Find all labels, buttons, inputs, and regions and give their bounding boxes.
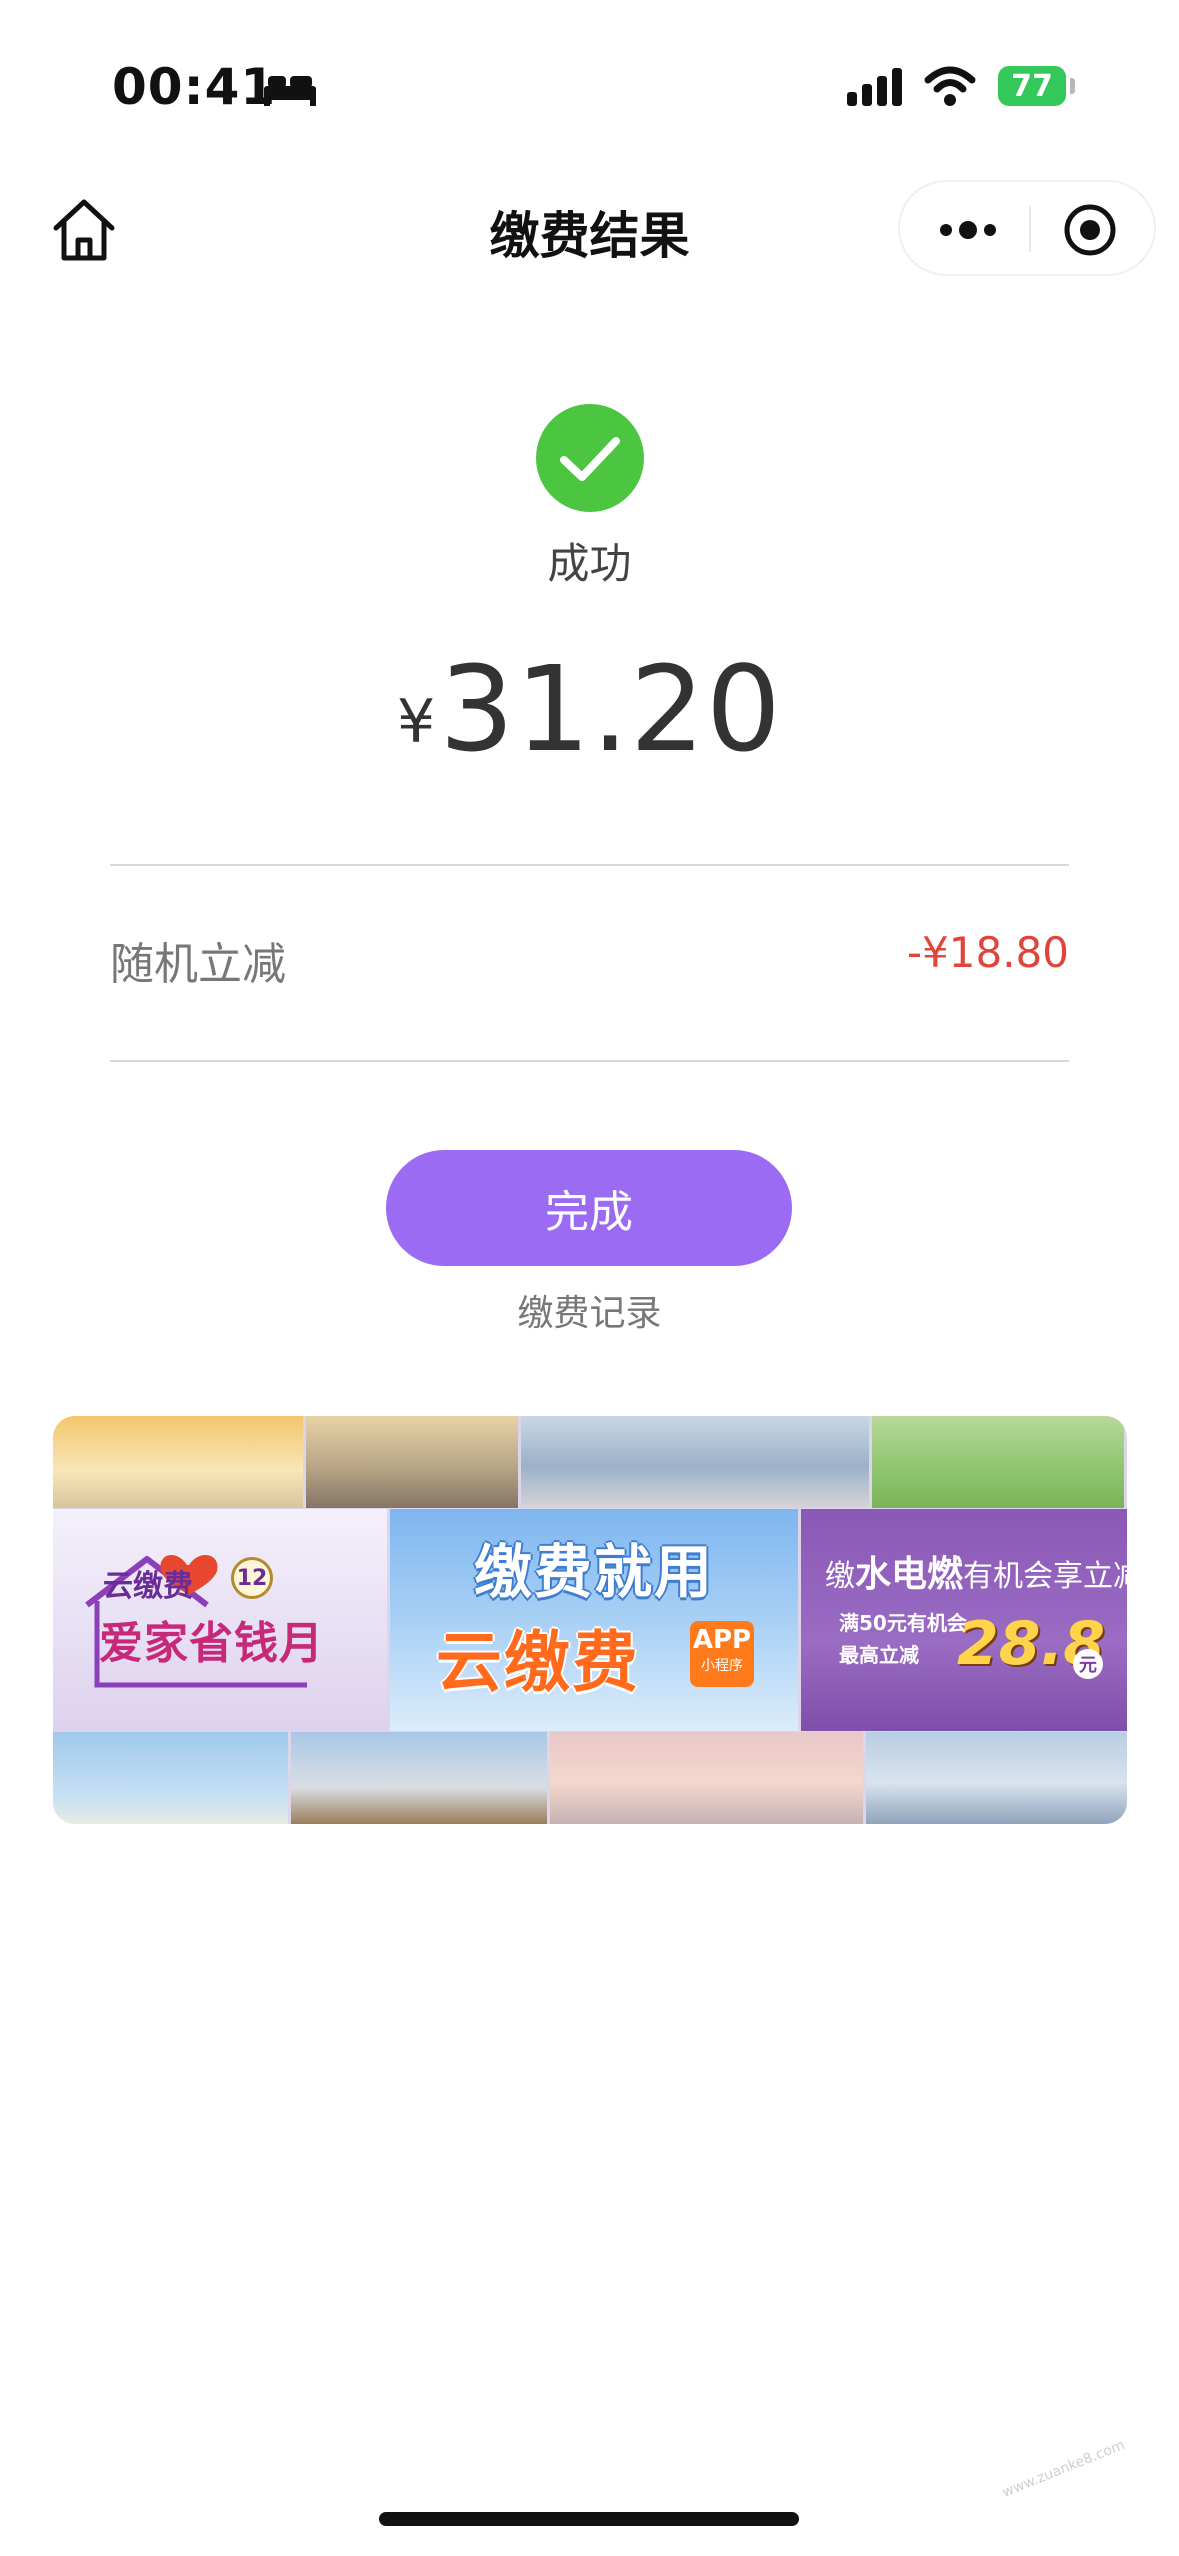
banner-panel-right: 缴水电燃有机会享立减 满50元有机会 最高立减 28.8 元: [801, 1509, 1127, 1731]
battery-icon: 77: [998, 66, 1066, 106]
autumn-photo: [291, 1732, 547, 1824]
check-circle-icon: [536, 404, 644, 512]
lotus-photo: [872, 1416, 1124, 1508]
payment-record-link[interactable]: 缴费记录: [0, 1284, 1179, 1336]
payment-result-page: 00:41 77 缴费结果 成功 ¥31.20 随机立减 -¥18.80 完成 …: [0, 0, 1179, 2556]
sunrise-photo: [53, 1416, 303, 1508]
banner-photo-strip-top: [53, 1416, 1127, 1508]
signal-icon: [847, 68, 902, 106]
wifi-icon: [924, 66, 976, 106]
status-time: 00:41: [112, 58, 277, 116]
done-button[interactable]: 完成: [386, 1150, 792, 1266]
payment-amount: ¥31.20: [0, 640, 1179, 778]
sky-photo: [53, 1732, 289, 1824]
banner-left-slogan: 爱家省钱月: [99, 1618, 324, 1669]
amount-value: 31.20: [439, 640, 782, 778]
banner-mid-line2: 云缴费: [436, 1624, 640, 1701]
banner-panel-left: 云缴费 12 爱家省钱月: [53, 1509, 387, 1731]
banner-panel-middle: 缴费就用 云缴费 APP 小程序: [390, 1509, 798, 1731]
currency-symbol: ¥: [397, 687, 436, 757]
discount-value: -¥18.80: [906, 928, 1069, 977]
living-room-photo: [521, 1416, 869, 1508]
pink-sky-photo: [549, 1732, 863, 1824]
battery-cap: [1070, 78, 1075, 94]
home-indicator[interactable]: [379, 2512, 799, 2526]
mountain-photo: [306, 1416, 518, 1508]
banner-photo-strip-bottom: [53, 1732, 1127, 1824]
banner-right-line2: 满50元有机会: [839, 1611, 967, 1635]
divider-bottom: [110, 1060, 1069, 1062]
banner-left-badge: 12: [231, 1557, 273, 1599]
capsule-divider: [1029, 206, 1031, 252]
sleep-icon: [264, 76, 316, 106]
sea-of-clouds-photo: [865, 1732, 1127, 1824]
banner-right-suffix: 有机会享立减: [963, 1559, 1127, 1594]
more-icon[interactable]: [936, 208, 1000, 252]
app-tag-label: APP: [692, 1625, 752, 1655]
banner-right-prefix: 缴: [825, 1559, 855, 1594]
watermark: www.zuanke8.com: [1000, 2437, 1128, 2501]
target-icon[interactable]: [1062, 202, 1118, 258]
promo-banner[interactable]: 云缴费 12 爱家省钱月 缴费就用 云缴费 APP 小程序 缴水电燃有机会享立减…: [53, 1416, 1127, 1824]
banner-left-brand: 云缴费: [103, 1569, 193, 1604]
banner-right-line3: 最高立减: [839, 1643, 919, 1667]
banner-right-headline: 缴水电燃有机会享立减: [825, 1545, 1127, 1597]
success-status-text: 成功: [547, 539, 632, 588]
banner-mid-line1: 缴费就用: [473, 1538, 714, 1606]
banner-right-bold: 水电燃: [855, 1554, 964, 1595]
banner-app-tag: APP 小程序: [690, 1621, 754, 1687]
divider-top: [110, 864, 1069, 866]
mini-program-capsule: [898, 180, 1156, 276]
discount-label: 随机立减: [110, 939, 286, 990]
app-tag-sub: 小程序: [701, 1658, 743, 1674]
banner-right-unit: 元: [1073, 1649, 1103, 1679]
